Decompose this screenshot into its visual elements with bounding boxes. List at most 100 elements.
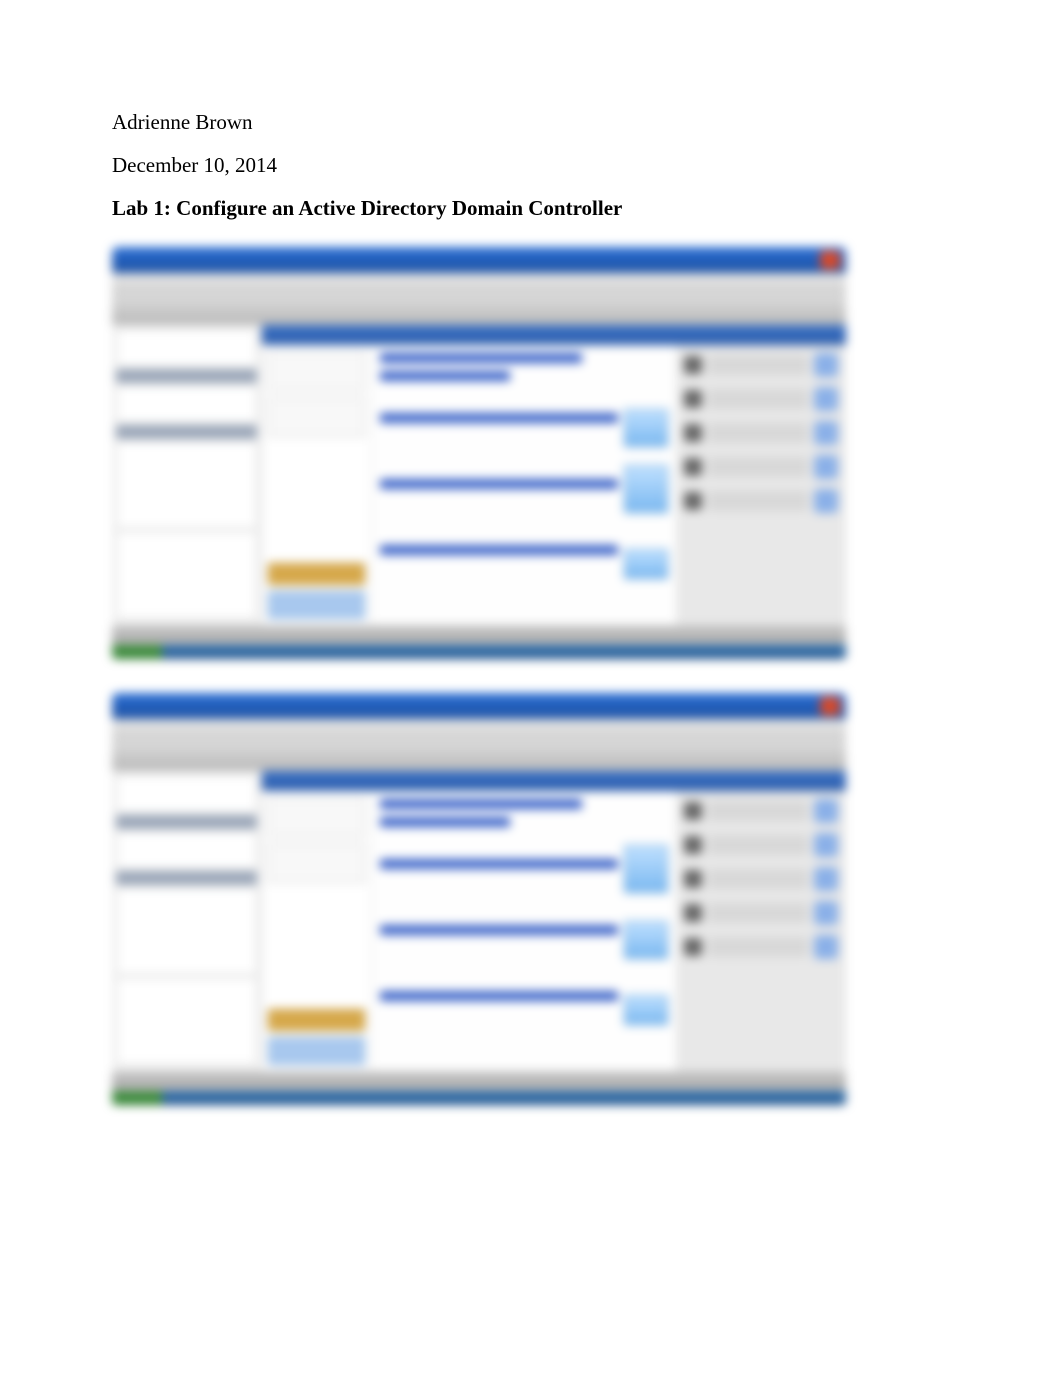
sidebar-block: [116, 977, 257, 1065]
chart-label: [380, 925, 618, 935]
blue-panel: [268, 591, 365, 619]
chart-label: [380, 545, 618, 555]
widget-icon: [684, 836, 702, 854]
sidebar-block: [116, 385, 257, 423]
chart-bar: [624, 549, 668, 579]
link-text: [380, 817, 510, 827]
panel-box: [268, 351, 365, 391]
column-middle: [372, 345, 676, 625]
widget-icon: [684, 938, 702, 956]
widget-row: [684, 799, 838, 823]
widget-text: [708, 801, 808, 821]
chart-area: [380, 455, 668, 513]
blue-panel: [268, 1037, 365, 1065]
sidebar: [112, 771, 262, 1071]
start-button[interactable]: [112, 645, 162, 659]
widget-icon: [684, 904, 702, 922]
widget-button[interactable]: [814, 935, 838, 959]
sidebar-block: [116, 775, 257, 813]
window-menubar: [112, 719, 846, 741]
widget-icon: [684, 802, 702, 820]
panel-box: [268, 397, 365, 437]
document-page: Adrienne Brown December 10, 2014 Lab 1: …: [0, 0, 1062, 1199]
screenshot-1: [112, 247, 846, 659]
widget-row: [684, 353, 838, 377]
window-titlebar: [112, 693, 846, 719]
chart-bar: [624, 409, 668, 447]
chart-bar: [624, 845, 668, 893]
widget-row: [684, 489, 838, 513]
sidebar-header: [116, 871, 257, 885]
widget-text: [708, 491, 808, 511]
column-right: [676, 791, 846, 1071]
close-icon[interactable]: [820, 251, 840, 269]
chart-area: [380, 967, 668, 1025]
window-menubar: [112, 273, 846, 295]
status-bar: [112, 625, 846, 645]
document-date: December 10, 2014: [112, 153, 950, 178]
main-content: [262, 791, 846, 1071]
widget-button[interactable]: [814, 833, 838, 857]
taskbar: [112, 645, 846, 659]
sidebar-block: [116, 441, 257, 529]
status-bar: [112, 1071, 846, 1091]
author-name: Adrienne Brown: [112, 110, 950, 135]
widget-text: [708, 835, 808, 855]
sidebar: [112, 325, 262, 625]
widget-text: [708, 355, 808, 375]
sidebar-block: [116, 531, 257, 619]
close-icon[interactable]: [820, 697, 840, 715]
widget-row: [684, 387, 838, 411]
sidebar-block: [116, 329, 257, 367]
panel-box: [268, 843, 365, 883]
widget-row: [684, 421, 838, 445]
chart-area: [380, 521, 668, 579]
panel-box: [268, 797, 365, 837]
sidebar-block: [116, 831, 257, 869]
widget-text: [708, 937, 808, 957]
chart-bar: [624, 921, 668, 959]
window-body: [112, 325, 846, 625]
widget-icon: [684, 424, 702, 442]
column-middle: [372, 791, 676, 1071]
widget-text: [708, 423, 808, 443]
chart-label: [380, 859, 618, 869]
widget-icon: [684, 356, 702, 374]
link-text: [380, 371, 510, 381]
lab-title: Lab 1: Configure an Active Directory Dom…: [112, 196, 950, 221]
widget-button[interactable]: [814, 867, 838, 891]
widget-icon: [684, 458, 702, 476]
main-content: [262, 345, 846, 625]
widget-row: [684, 901, 838, 925]
widget-button[interactable]: [814, 353, 838, 377]
link-text: [380, 353, 582, 363]
chart-label: [380, 413, 618, 423]
start-button[interactable]: [112, 1091, 162, 1105]
column-left: [262, 345, 372, 625]
accent-panel: [268, 1009, 365, 1031]
widget-row: [684, 935, 838, 959]
chart-area: [380, 901, 668, 959]
screenshot-2: [112, 693, 846, 1105]
window-titlebar: [112, 247, 846, 273]
widget-row: [684, 867, 838, 891]
widget-button[interactable]: [814, 421, 838, 445]
widget-icon: [684, 492, 702, 510]
sidebar-header: [116, 425, 257, 439]
chart-label: [380, 479, 618, 489]
window-toolbar: [112, 295, 846, 325]
chart-bar: [624, 995, 668, 1025]
chart-area: [380, 389, 668, 447]
widget-button[interactable]: [814, 387, 838, 411]
main-header: [262, 325, 846, 345]
widget-row: [684, 455, 838, 479]
sidebar-header: [116, 369, 257, 383]
widget-button[interactable]: [814, 799, 838, 823]
widget-text: [708, 457, 808, 477]
widget-button[interactable]: [814, 901, 838, 925]
link-text: [380, 799, 582, 809]
widget-button[interactable]: [814, 455, 838, 479]
column-right: [676, 345, 846, 625]
widget-button[interactable]: [814, 489, 838, 513]
taskbar: [112, 1091, 846, 1105]
